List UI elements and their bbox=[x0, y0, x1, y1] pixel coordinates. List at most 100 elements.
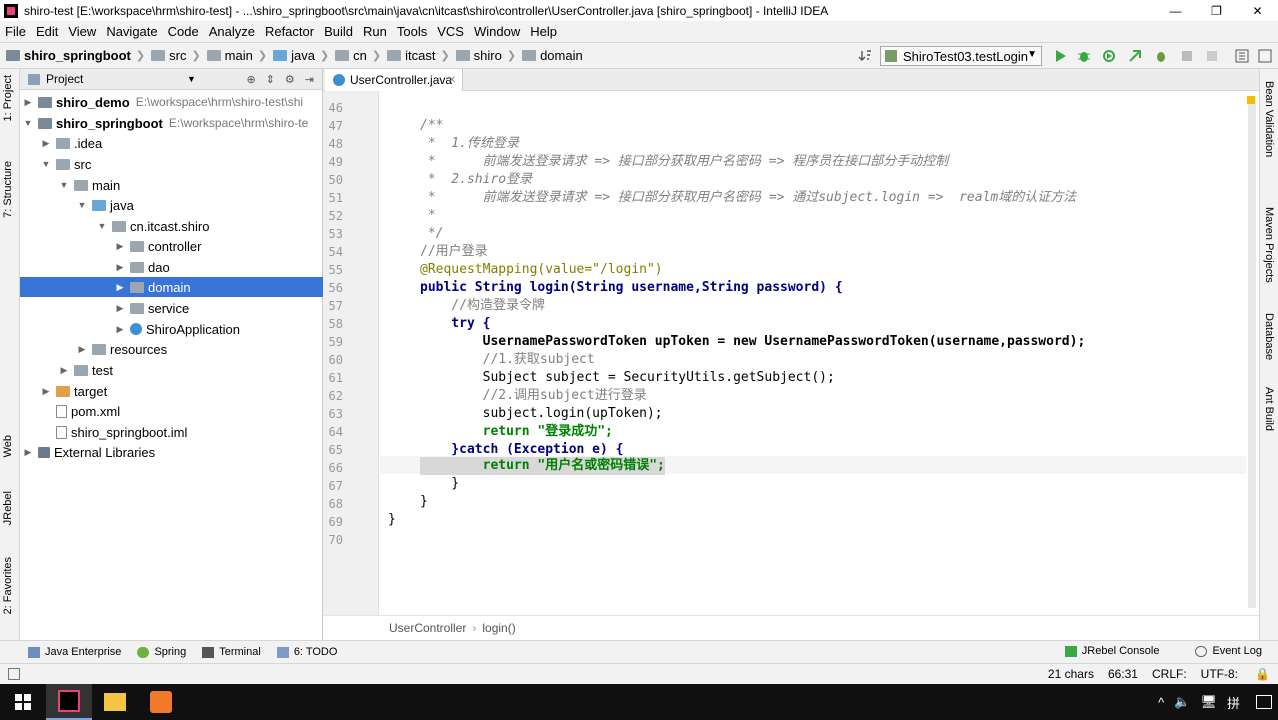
menu-analyze[interactable]: Analyze bbox=[204, 24, 260, 39]
windows-start-button[interactable] bbox=[0, 684, 46, 720]
menu-file[interactable]: File bbox=[0, 24, 31, 39]
code-editor[interactable]: /** * 1.传统登录 * 前端发送登录请求 => 接口部分获取用户名密码 =… bbox=[380, 91, 1246, 615]
project-structure-icon[interactable] bbox=[1235, 49, 1249, 63]
maximize-button[interactable]: ❐ bbox=[1196, 0, 1237, 21]
jrebel-console-tool[interactable]: JRebel Console bbox=[1064, 645, 1159, 657]
jrebel-run-icon[interactable] bbox=[1128, 49, 1142, 63]
crumb-main[interactable]: main ❯ bbox=[201, 48, 267, 63]
minimize-button[interactable]: — bbox=[1155, 0, 1196, 21]
tree-row-iml[interactable]: shiro_springboot.iml bbox=[20, 422, 323, 442]
tree-row-shiro-springboot[interactable]: ▼ shiro_springboot E:\workspace\hrm\shiro-… bbox=[20, 113, 323, 133]
tree-row-dao[interactable]: ▶ dao bbox=[20, 257, 323, 277]
crumb-shiro[interactable]: shiro ❯ bbox=[450, 48, 516, 63]
tree-row-pom[interactable]: pom.xml bbox=[20, 401, 323, 421]
file-encoding[interactable]: UTF-8: bbox=[1201, 667, 1238, 681]
chevron-right-icon[interactable]: ▶ bbox=[40, 138, 52, 149]
editor-scrollbar[interactable] bbox=[1248, 96, 1256, 608]
chevron-down-icon[interactable]: ▼ bbox=[22, 118, 34, 128]
crumb-module[interactable]: shiro_springboot ❯ bbox=[0, 48, 145, 63]
menu-view[interactable]: View bbox=[63, 24, 101, 39]
spring-tool[interactable]: Spring bbox=[137, 646, 186, 658]
volume-icon[interactable]: 🔈 bbox=[1174, 694, 1190, 710]
line-separator[interactable]: CRLF: bbox=[1152, 667, 1187, 681]
jrebel-tool-tab[interactable]: JRebel bbox=[2, 491, 14, 525]
tree-row-shiro-application[interactable]: ▶ ShiroApplication bbox=[20, 319, 323, 339]
tree-row-src[interactable]: ▼ src bbox=[20, 154, 323, 174]
menu-tools[interactable]: Tools bbox=[392, 24, 432, 39]
menu-code[interactable]: Code bbox=[163, 24, 204, 39]
taskbar-intellij[interactable] bbox=[46, 684, 92, 720]
chevron-down-icon[interactable]: ▼ bbox=[76, 200, 88, 210]
chevron-right-icon[interactable]: ▶ bbox=[114, 303, 126, 314]
project-tool-tab[interactable]: 1: Project bbox=[2, 75, 14, 121]
chevron-right-icon[interactable]: ▶ bbox=[40, 386, 52, 397]
tree-row-service[interactable]: ▶ service bbox=[20, 298, 323, 318]
chevron-down-icon[interactable]: ▼ bbox=[58, 180, 70, 190]
menu-run[interactable]: Run bbox=[358, 24, 392, 39]
warning-marker[interactable] bbox=[1247, 96, 1255, 104]
caret-position[interactable]: 66:31 bbox=[1108, 667, 1138, 681]
tree-row-idea[interactable]: ▶ .idea bbox=[20, 133, 323, 153]
todo-tool[interactable]: 6: TODO bbox=[276, 646, 337, 658]
tree-row-target[interactable]: ▶ target bbox=[20, 381, 323, 401]
stop-icon[interactable] bbox=[1205, 49, 1219, 63]
menu-window[interactable]: Window bbox=[469, 24, 525, 39]
taskbar-explorer[interactable] bbox=[92, 684, 138, 720]
tree-row-package[interactable]: ▼ cn.itcast.shiro bbox=[20, 216, 323, 236]
run-dashboard-icon[interactable] bbox=[1180, 49, 1194, 63]
chevron-down-icon[interactable]: ▼ bbox=[96, 221, 108, 231]
chevron-right-icon[interactable]: ▶ bbox=[114, 241, 126, 252]
chevron-right-icon[interactable]: ▶ bbox=[58, 365, 70, 376]
crumb-domain[interactable]: domain bbox=[516, 48, 583, 63]
menu-build[interactable]: Build bbox=[319, 24, 358, 39]
tray-chevron-icon[interactable]: ^ bbox=[1158, 695, 1164, 710]
favorites-tool-tab[interactable]: 2: Favorites bbox=[2, 557, 14, 614]
ant-build-tool-tab[interactable]: Ant Build bbox=[1263, 387, 1275, 431]
debug-icon[interactable] bbox=[1077, 49, 1091, 63]
chevron-right-icon[interactable]: ▶ bbox=[114, 324, 126, 335]
chevron-right-icon[interactable]: ▶ bbox=[22, 97, 34, 108]
tree-row-controller[interactable]: ▶ controller bbox=[20, 236, 323, 256]
breadcrumb-method[interactable]: login() bbox=[482, 621, 515, 635]
tree-row-shiro-demo[interactable]: ▶ shiro_demo E:\workspace\hrm\shiro-test\s… bbox=[20, 92, 323, 112]
gear-icon[interactable]: ⚙ bbox=[285, 73, 295, 86]
tree-row-test[interactable]: ▶ test bbox=[20, 360, 323, 380]
search-everywhere-icon[interactable] bbox=[1258, 49, 1272, 63]
run-configuration-select[interactable]: ShiroTest03.testLogin ▼ bbox=[880, 46, 1042, 66]
menu-refactor[interactable]: Refactor bbox=[260, 24, 319, 39]
chevron-right-icon[interactable]: ▶ bbox=[76, 344, 88, 355]
database-tool-tab[interactable]: Database bbox=[1263, 313, 1275, 360]
tree-row-domain[interactable]: ▶ domain bbox=[20, 277, 323, 297]
crumb-src[interactable]: src ❯ bbox=[145, 48, 201, 63]
notification-icon[interactable] bbox=[1256, 695, 1272, 709]
collapse-icon[interactable]: ⇕ bbox=[266, 73, 275, 86]
crumb-cn[interactable]: cn ❯ bbox=[329, 48, 381, 63]
sort-down-icon[interactable] bbox=[858, 49, 872, 63]
event-log-tool[interactable]: Event Log bbox=[1195, 645, 1262, 657]
menu-edit[interactable]: Edit bbox=[31, 24, 63, 39]
menu-help[interactable]: Help bbox=[525, 24, 562, 39]
tool-windows-icon[interactable] bbox=[8, 668, 20, 680]
ime-icon[interactable]: 拼 bbox=[1227, 693, 1240, 712]
taskbar-app[interactable] bbox=[138, 684, 184, 720]
run-icon[interactable] bbox=[1053, 49, 1067, 63]
tab-user-controller[interactable]: UserController.java ✕ bbox=[325, 69, 463, 91]
coverage-icon[interactable] bbox=[1102, 49, 1116, 63]
crumb-java[interactable]: java ❯ bbox=[267, 48, 329, 63]
structure-tool-tab[interactable]: 7: Structure bbox=[2, 161, 14, 218]
menu-navigate[interactable]: Navigate bbox=[101, 24, 162, 39]
jrebel-debug-icon[interactable] bbox=[1154, 49, 1168, 63]
close-tab-icon[interactable]: ✕ bbox=[448, 75, 456, 86]
chevron-down-icon[interactable]: ▼ bbox=[187, 74, 196, 84]
tree-row-resources[interactable]: ▶ resources bbox=[20, 339, 323, 359]
chevron-right-icon[interactable]: ▶ bbox=[22, 447, 34, 458]
breadcrumb-class[interactable]: UserController bbox=[389, 621, 466, 635]
chevron-right-icon[interactable]: ▶ bbox=[114, 282, 126, 293]
web-tool-tab[interactable]: Web bbox=[2, 435, 14, 457]
maven-projects-tool-tab[interactable]: Maven Projects bbox=[1263, 207, 1275, 283]
lock-icon[interactable]: 🔒 bbox=[1255, 667, 1270, 681]
tree-row-external-libraries[interactable]: ▶ External Libraries bbox=[20, 442, 323, 462]
crumb-itcast[interactable]: itcast ❯ bbox=[381, 48, 450, 63]
bean-validation-tool-tab[interactable]: Bean Validation bbox=[1263, 81, 1275, 157]
terminal-tool[interactable]: Terminal bbox=[202, 646, 261, 658]
